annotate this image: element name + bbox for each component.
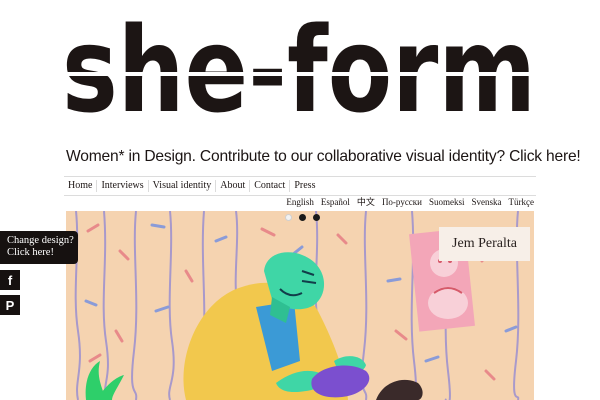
artist-name-label[interactable]: Jem Peralta <box>439 227 530 261</box>
lang-swedish[interactable]: Svenska <box>472 196 502 208</box>
slide-indicators <box>285 214 320 221</box>
site-logo[interactable]: she-form <box>64 14 536 144</box>
pinterest-icon: P <box>5 297 15 313</box>
lang-turkish[interactable]: Türkçe <box>509 196 534 208</box>
lang-finnish[interactable]: Suomeksi <box>429 196 465 208</box>
nav-press[interactable]: Press <box>290 180 319 192</box>
tagline-link[interactable]: Women* in Design. Contribute to our coll… <box>66 148 581 165</box>
facebook-button[interactable]: f <box>0 270 20 290</box>
language-switcher: English Español 中文 По-русски Suomeksi Sv… <box>286 196 534 208</box>
nav-visual-identity[interactable]: Visual identity <box>149 180 217 192</box>
nav-contact[interactable]: Contact <box>250 180 291 192</box>
change-design-line1: Change design? <box>7 235 74 246</box>
nav-home[interactable]: Home <box>64 180 98 192</box>
change-design-line2: Click here! <box>7 247 54 258</box>
slide-dot-1[interactable] <box>285 214 292 221</box>
facebook-icon: f <box>7 272 13 288</box>
lang-espanol[interactable]: Español <box>321 196 350 208</box>
lang-russian[interactable]: По-русски <box>382 196 422 208</box>
nav-about[interactable]: About <box>216 180 251 192</box>
slide-dot-3[interactable] <box>313 214 320 221</box>
artist-name: Jem Peralta <box>452 236 517 251</box>
lang-english[interactable]: English <box>286 196 314 208</box>
pinterest-button[interactable]: P <box>0 295 20 315</box>
main-nav: Home Interviews Visual identity About Co… <box>64 176 536 196</box>
slide-dot-2[interactable] <box>299 214 306 221</box>
change-design-button[interactable]: Change design? Click here! <box>0 231 78 264</box>
lang-chinese[interactable]: 中文 <box>357 196 375 208</box>
nav-interviews[interactable]: Interviews <box>97 180 149 192</box>
tagline: Women* in Design. Contribute to our coll… <box>66 148 581 166</box>
logo-text: she-form <box>64 14 536 139</box>
